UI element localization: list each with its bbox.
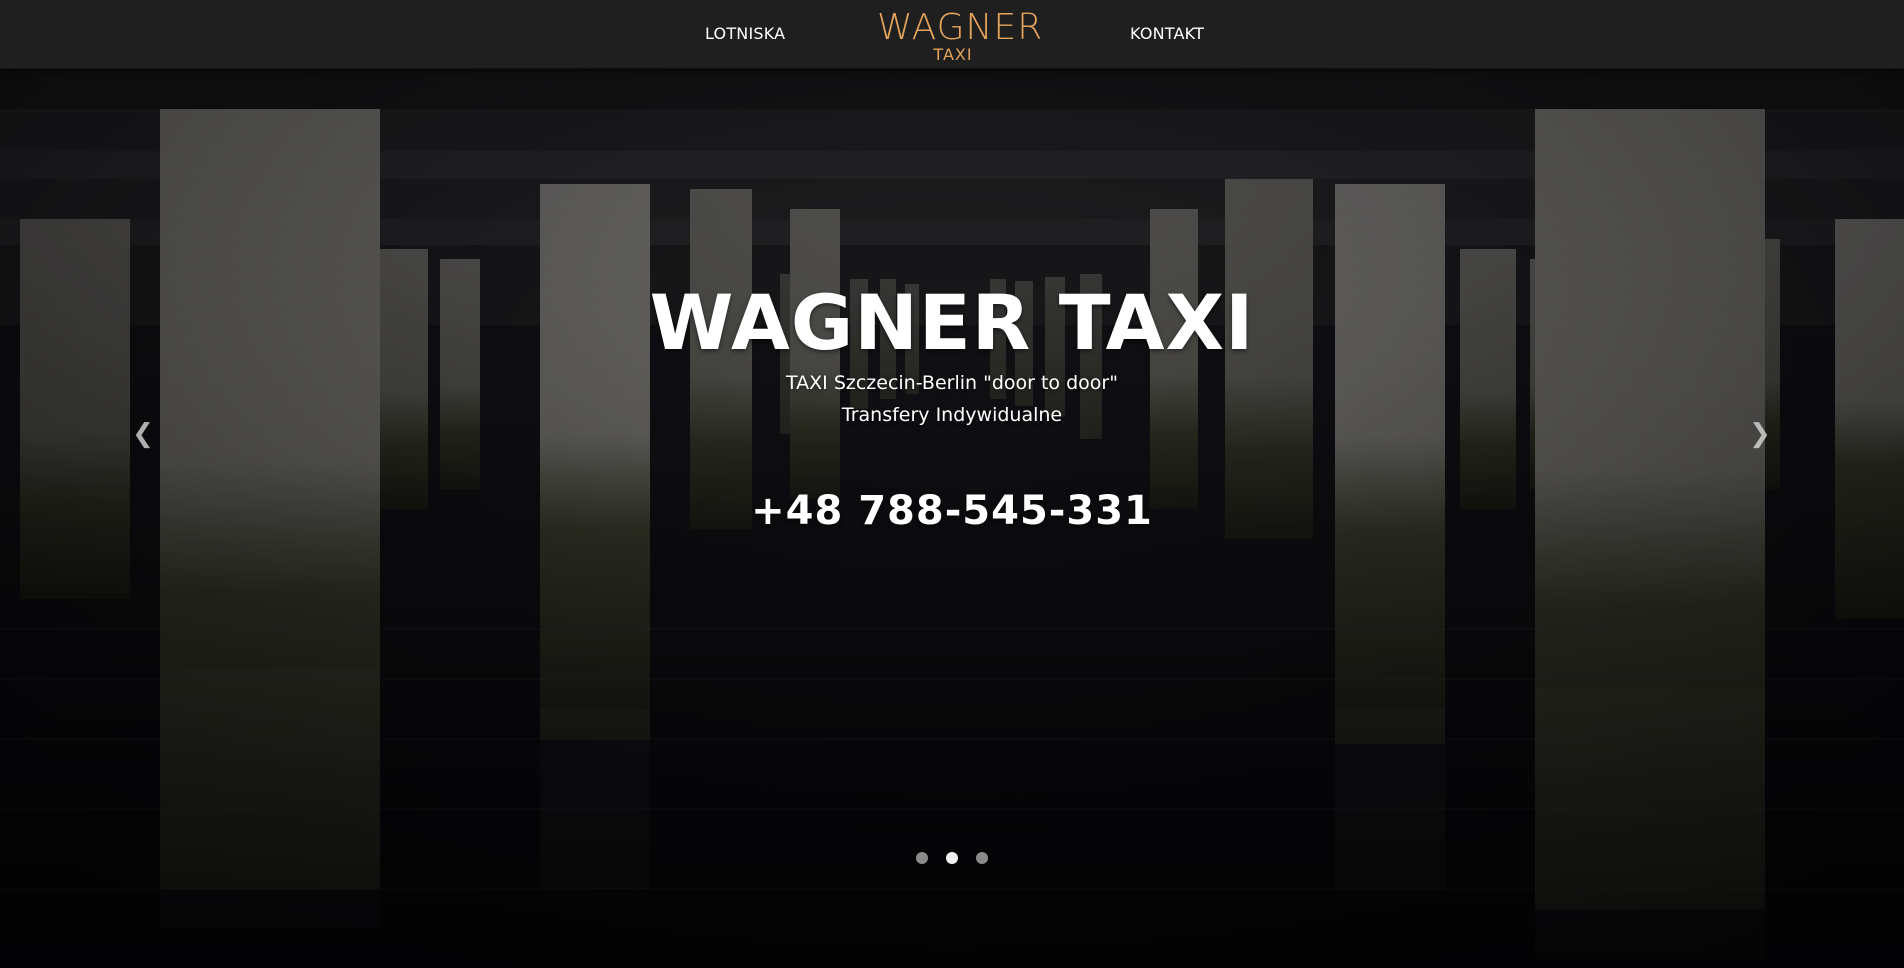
hero-phone-number[interactable]: +48 788-545-331 — [0, 488, 1904, 534]
brand-logo[interactable]: WAGNER TAXI — [877, 7, 1044, 64]
carousel-prev-button[interactable]: ❮ — [123, 404, 163, 464]
chevron-right-icon: ❯ — [1749, 419, 1771, 449]
hero-subtitle-line1: TAXI Szczecin-Berlin "door to door" — [786, 372, 1118, 394]
nav-link-kontakt[interactable]: KONTAKT — [1130, 24, 1204, 43]
navbar: LOTNISKA WAGNER TAXI KONTAKT — [0, 0, 1904, 69]
hero-title: WAGNER TAXI — [649, 278, 1255, 367]
carousel-indicator-1[interactable] — [916, 852, 928, 864]
carousel-indicators — [0, 852, 1904, 864]
hero-subtitle-line2: Transfery Indywidualne — [841, 404, 1063, 426]
logo-sub-text: TAXI — [933, 45, 973, 64]
carousel-indicator-3[interactable] — [976, 852, 988, 864]
chevron-left-icon: ❮ — [132, 419, 154, 449]
logo-main-text: WAGNER — [877, 7, 1044, 48]
page: LOTNISKA WAGNER TAXI KONTAKT WAGNER TAXI… — [0, 0, 1904, 968]
carousel-indicator-2[interactable] — [946, 852, 958, 864]
nav-link-lotniska[interactable]: LOTNISKA — [705, 24, 785, 43]
carousel-next-button[interactable]: ❯ — [1740, 404, 1780, 464]
